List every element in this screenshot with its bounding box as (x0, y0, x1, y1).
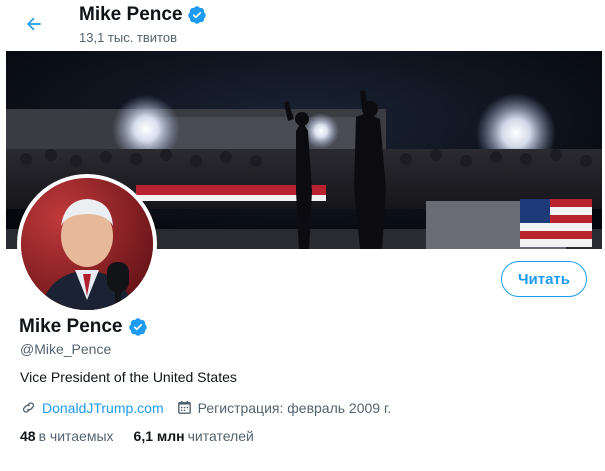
website-item: DonaldJTrump.com (20, 399, 164, 416)
website-link[interactable]: DonaldJTrump.com (42, 400, 164, 416)
follow-button[interactable]: Читать (501, 261, 587, 297)
header-title: Mike Pence (79, 4, 207, 26)
followers-label: читателей (187, 428, 254, 444)
profile-name-text: Mike Pence (19, 316, 123, 337)
back-button[interactable] (20, 10, 48, 38)
tweet-count: 13,1 тыс. твитов (79, 30, 178, 45)
joined-date: Регистрация: февраль 2009 г. (197, 399, 392, 416)
avatar-image (21, 178, 153, 310)
following-stat[interactable]: 48 в читаемых (20, 428, 114, 444)
following-count: 48 (20, 428, 36, 444)
profile-bio: Vice President of the United States (20, 369, 237, 385)
flag-shape (520, 199, 592, 247)
following-label: в читаемых (38, 428, 114, 444)
profile-handle: @Mike_Pence (20, 341, 112, 357)
follow-stats: 48 в читаемых 6,1 млн читателей (20, 428, 254, 444)
followers-stat[interactable]: 6,1 млн читателей (134, 428, 254, 444)
joined-item: Регистрация: февраль 2009 г. (176, 399, 392, 416)
verified-badge-icon (187, 6, 206, 24)
calendar-icon (177, 401, 191, 414)
header-name: Mike Pence (79, 4, 183, 25)
profile-name: Mike Pence (19, 316, 148, 338)
avatar[interactable] (17, 174, 157, 314)
profile-meta: DonaldJTrump.com Регистрация: февраль 20… (20, 399, 403, 416)
arrow-left-icon (27, 17, 41, 31)
verified-badge-icon (128, 318, 147, 336)
profile-header-bar: Mike Pence 13,1 тыс. твитов (0, 0, 605, 50)
link-icon (22, 402, 35, 413)
followers-count: 6,1 млн (133, 428, 185, 444)
